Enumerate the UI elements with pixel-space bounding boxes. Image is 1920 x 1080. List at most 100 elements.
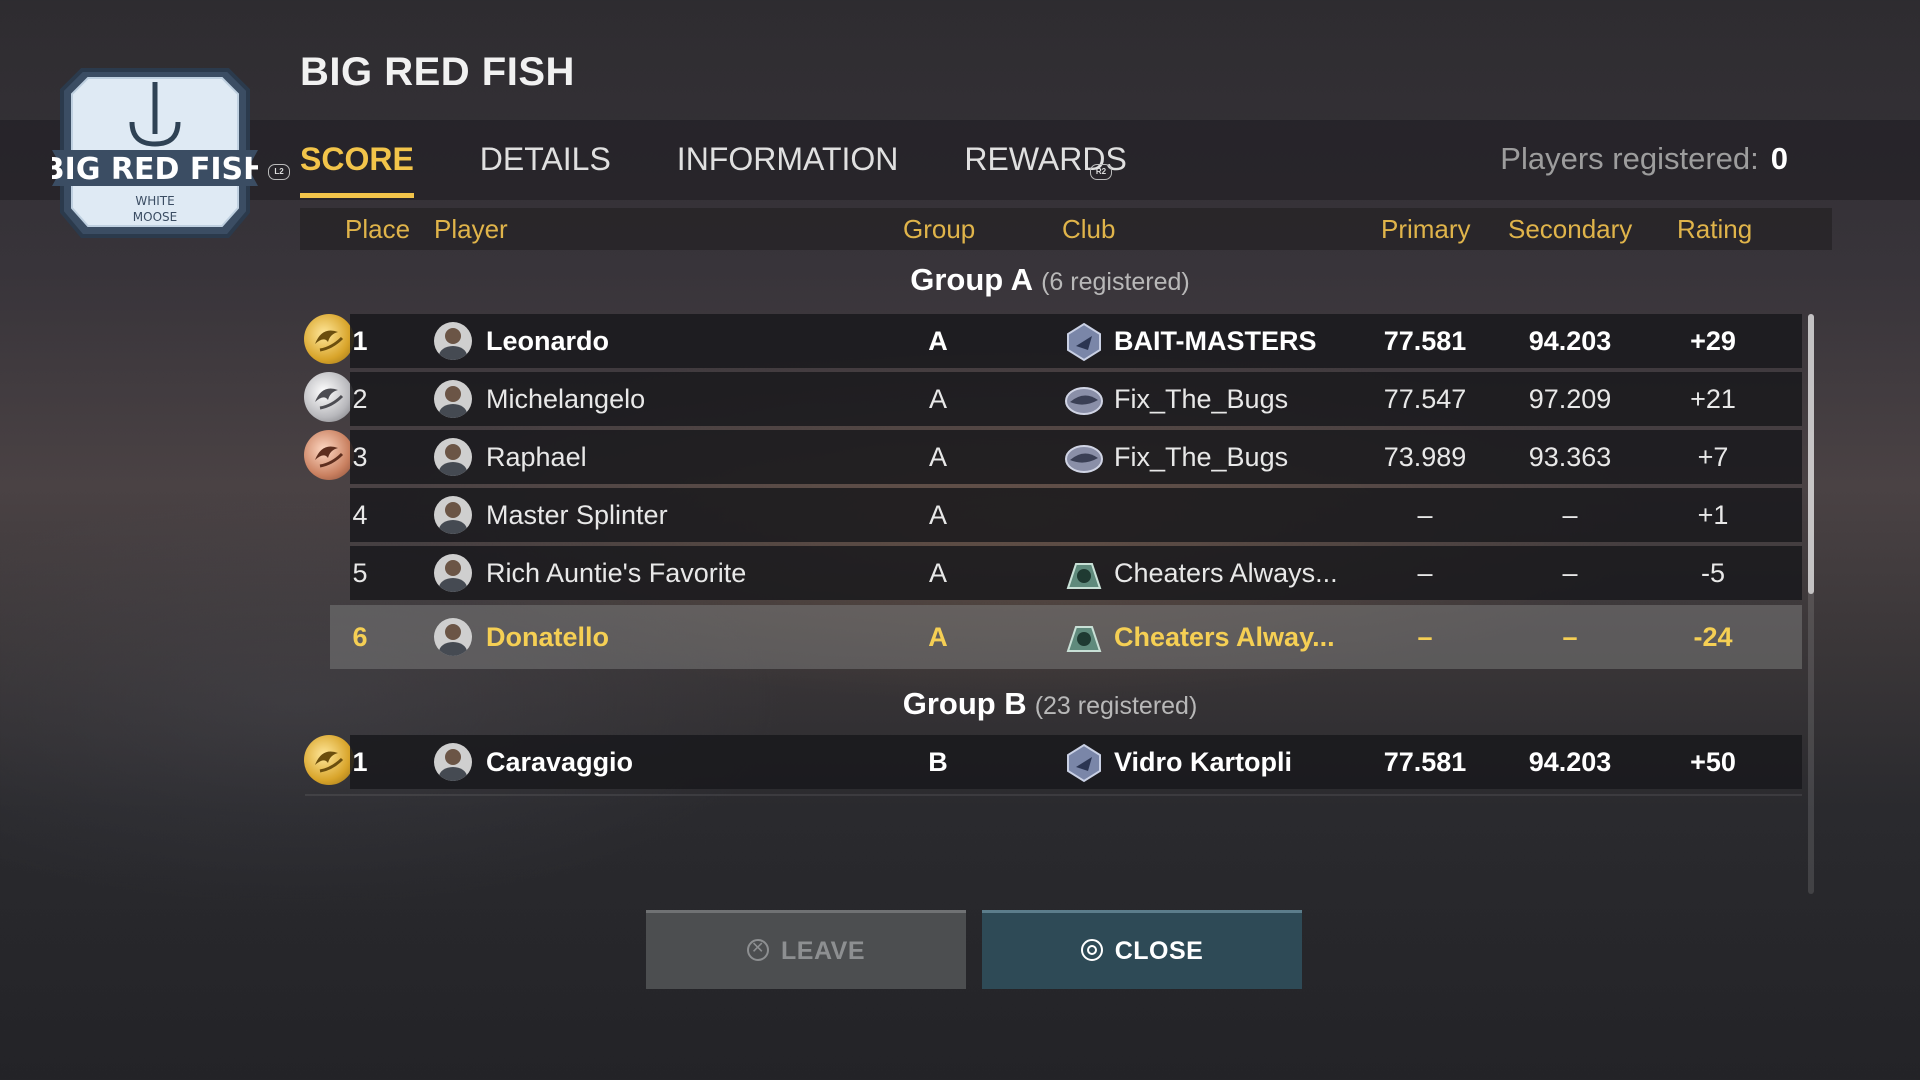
club-emblem-icon <box>1066 626 1102 652</box>
table-row[interactable]: 1 Caravaggio B Vidro Kartopli 77.581 94.… <box>350 735 1802 789</box>
list-clip-edge <box>305 794 1802 796</box>
group-cell: A <box>928 500 947 530</box>
rating-cell: -24 <box>1693 622 1733 652</box>
tab-bar: SCORE DETAILS INFORMATION REWARDS <box>300 120 1193 200</box>
tab-rewards[interactable]: REWARDS <box>964 120 1126 200</box>
tab-details[interactable]: DETAILS <box>480 120 611 200</box>
close-button[interactable]: CLOSE <box>982 910 1302 989</box>
player-avatar <box>434 380 472 418</box>
column-header-group: Group <box>903 214 976 244</box>
primary-score: 77.581 <box>1383 747 1467 777</box>
secondary-score: 93.363 <box>1528 442 1612 472</box>
player-name: Raphael <box>486 442 587 472</box>
group-b-heading: Group B (23 registered) <box>0 686 1920 722</box>
rating-cell: +21 <box>1690 384 1736 414</box>
cross-button-icon: ✕ <box>747 939 769 962</box>
player-avatar <box>434 322 472 360</box>
club-emblem-icon <box>1066 563 1102 589</box>
column-header-place: Place <box>345 214 411 244</box>
tab-information[interactable]: INFORMATION <box>677 120 899 200</box>
group-count: (23 registered) <box>1034 692 1198 720</box>
group-cell: A <box>928 326 948 356</box>
players-registered-count: 0 <box>1770 141 1788 176</box>
player-avatar <box>434 438 472 476</box>
primary-score: – <box>1417 622 1433 652</box>
secondary-score: 97.209 <box>1528 384 1612 414</box>
rating-cell: +29 <box>1690 326 1736 356</box>
table-row-selected[interactable]: 6 Donatello A Cheaters Alway... – – -24 <box>330 605 1802 669</box>
r2-button-hint-icon: R2 <box>1090 164 1112 180</box>
club-emblem-icon <box>1065 445 1103 473</box>
player-name: Leonardo <box>486 326 610 356</box>
player-name: Caravaggio <box>486 747 634 777</box>
club-name: BAIT-MASTERS <box>1114 326 1317 356</box>
tab-score[interactable]: SCORE <box>300 120 414 200</box>
secondary-score: 94.203 <box>1528 326 1612 356</box>
club-emblem-icon <box>1067 322 1101 362</box>
group-cell: A <box>928 558 947 588</box>
column-header-primary: Primary <box>1381 214 1471 244</box>
primary-score: – <box>1417 500 1433 530</box>
player-name: Donatello <box>486 622 610 652</box>
table-row[interactable]: 2 Michelangelo A Fix_The_Bugs 77.547 97.… <box>350 372 1802 426</box>
group-title: Group B <box>902 686 1027 721</box>
column-header-rating: Rating <box>1677 214 1753 244</box>
secondary-score: – <box>1562 622 1578 652</box>
group-cell: B <box>928 747 948 777</box>
svg-text:BIG RED FISH: BIG RED FISH <box>52 152 258 187</box>
place-cell: 1 <box>352 326 368 356</box>
column-header-secondary: Secondary <box>1508 214 1633 244</box>
rating-cell: +1 <box>1697 500 1729 530</box>
club-name: Cheaters Alway... <box>1114 622 1335 652</box>
player-name: Rich Auntie's Favorite <box>486 558 747 588</box>
secondary-score: 94.203 <box>1528 747 1612 777</box>
table-row[interactable]: 1 Leonardo A BAIT-MASTERS 77.581 94.203 … <box>350 314 1802 368</box>
place-cell: 3 <box>352 442 368 472</box>
table-row[interactable]: 4 Master Splinter A – – +1 <box>350 488 1802 542</box>
svg-text:WHITE: WHITE <box>135 194 174 208</box>
player-avatar <box>434 554 472 592</box>
leave-button[interactable]: ✕ LEAVE <box>646 910 966 989</box>
rating-cell: +7 <box>1697 442 1729 472</box>
player-avatar <box>434 618 472 656</box>
scrollbar-thumb[interactable] <box>1808 314 1814 594</box>
group-title: Group A <box>910 262 1034 297</box>
svg-text:MOOSE: MOOSE <box>133 210 177 224</box>
player-avatar <box>434 743 472 781</box>
club-name: Fix_The_Bugs <box>1114 384 1289 414</box>
table-row[interactable]: 5 Rich Auntie's Favorite A Cheaters Alwa… <box>350 546 1802 600</box>
leave-button-label: LEAVE <box>781 937 865 965</box>
column-header-club: Club <box>1062 214 1116 244</box>
l2-button-hint-icon: L2 <box>268 164 290 180</box>
table-row[interactable]: 3 Raphael A Fix_The_Bugs 73.989 93.363 +… <box>350 430 1802 484</box>
primary-score: 77.547 <box>1383 384 1467 414</box>
place-cell: 4 <box>352 500 368 530</box>
table-header: Place Player Group Club Primary Secondar… <box>300 208 1832 250</box>
primary-score: 73.989 <box>1383 442 1467 472</box>
club-name: Cheaters Always... <box>1114 558 1338 588</box>
group-cell: A <box>928 442 947 472</box>
close-button-label: CLOSE <box>1114 937 1204 965</box>
club-emblem-icon <box>1067 743 1101 783</box>
players-registered: Players registered: 0 <box>1500 120 1788 200</box>
player-avatar <box>434 496 472 534</box>
scrollbar[interactable] <box>1808 314 1814 894</box>
player-name: Michelangelo <box>486 384 646 414</box>
rating-cell: -5 <box>1700 558 1725 588</box>
rating-cell: +50 <box>1690 747 1736 777</box>
column-header-player: Player <box>434 214 508 244</box>
club-emblem-icon <box>1065 387 1103 415</box>
secondary-score: – <box>1562 558 1578 588</box>
place-cell: 1 <box>352 747 368 777</box>
group-count: (6 registered) <box>1041 268 1190 296</box>
place-cell: 2 <box>352 384 368 414</box>
club-name: Vidro Kartopli <box>1114 747 1293 777</box>
primary-score: 77.581 <box>1383 326 1467 356</box>
group-a-heading: Group A (6 registered) <box>0 262 1920 298</box>
players-registered-label: Players registered: <box>1500 141 1759 176</box>
tournament-logo: BIG RED FISH WHITE MOOSE <box>52 68 258 238</box>
circle-button-icon <box>1080 939 1103 962</box>
page-title: BIG RED FISH <box>300 50 575 94</box>
player-name: Master Splinter <box>486 500 668 530</box>
primary-score: – <box>1417 558 1433 588</box>
